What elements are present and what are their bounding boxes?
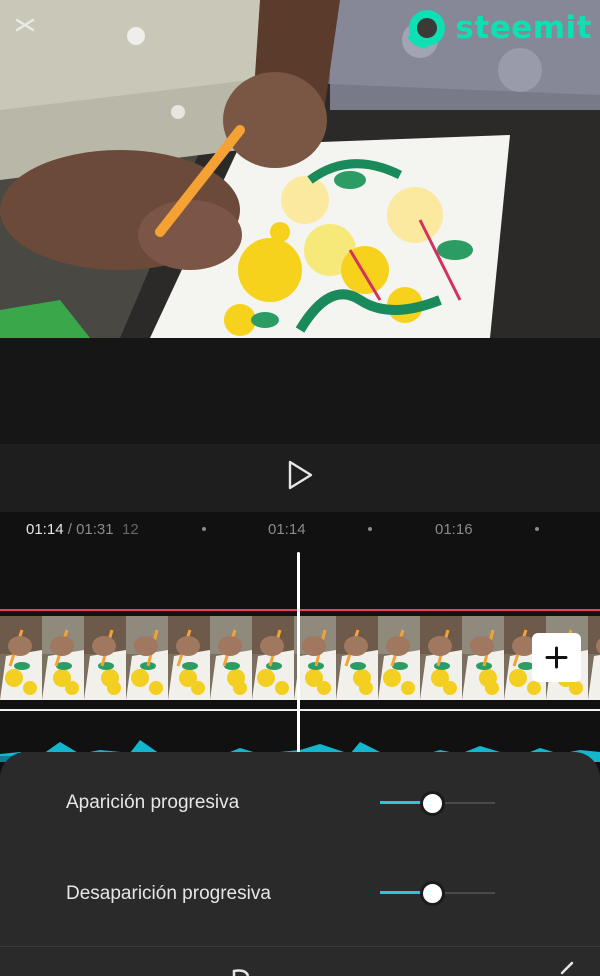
clip-thumbnail: [126, 616, 168, 700]
steemit-logo-icon: [407, 10, 446, 49]
video-preview[interactable]: steemit: [0, 0, 600, 338]
clip-thumbnail: [168, 616, 210, 700]
ruler-dot: [202, 527, 206, 531]
reset-icon[interactable]: [232, 969, 250, 976]
add-clip-button[interactable]: [532, 633, 581, 682]
time-separator: /: [63, 521, 77, 538]
fade-out-slider[interactable]: [380, 880, 495, 906]
ruler-label: 01:16: [435, 521, 473, 538]
clip-thumbnail: [420, 616, 462, 700]
total-time: 01:31: [76, 521, 114, 538]
playback-bar: [0, 444, 600, 512]
clip-thumbnail: [294, 616, 336, 700]
current-time: 01:14: [26, 521, 64, 538]
clip-thumbnail: [210, 616, 252, 700]
clip-thumbnail: [84, 616, 126, 700]
playhead[interactable]: [297, 552, 300, 762]
video-track-marker-line: [0, 609, 600, 611]
video-clip[interactable]: [0, 616, 600, 700]
clip-thumbnail: [378, 616, 420, 700]
clip-thumbnail: [336, 616, 378, 700]
video-frame-drawing: [0, 0, 600, 338]
plus-icon: [545, 646, 568, 669]
slider-knob[interactable]: [419, 791, 445, 816]
fade-out-label: Desaparición progresiva: [66, 883, 271, 904]
slider-knob[interactable]: [419, 881, 445, 906]
clip-thumbnail: [252, 616, 294, 700]
watermark-text: steemit: [455, 10, 592, 46]
clip-thumbnail: [42, 616, 84, 700]
steemit-watermark: steemit: [405, 6, 592, 50]
clip-thumbnail: [0, 616, 42, 700]
fade-settings-panel: Aparición progresiva Desaparición progre…: [0, 752, 600, 976]
clip-boundary-line: [0, 709, 600, 711]
ruler-label: 01:14: [268, 521, 306, 538]
ruler-label-partial: 12: [122, 521, 139, 538]
fade-in-slider[interactable]: [380, 790, 495, 816]
checkmark-icon[interactable]: [560, 961, 574, 975]
ruler-dot: [535, 527, 539, 531]
time-readout: 01:14 / 01:31: [26, 521, 114, 538]
clip-thumbnail: [462, 616, 504, 700]
preview-background: [0, 338, 600, 444]
fade-in-label: Aparición progresiva: [66, 792, 240, 813]
ruler-dot: [368, 527, 372, 531]
play-icon[interactable]: [285, 458, 315, 492]
panel-footer: [0, 947, 600, 976]
clip-thumbnail: [588, 616, 600, 700]
capcut-logo-icon: [15, 18, 35, 32]
timeline[interactable]: 01:14 / 01:31 12 01:14 01:16: [0, 512, 600, 762]
